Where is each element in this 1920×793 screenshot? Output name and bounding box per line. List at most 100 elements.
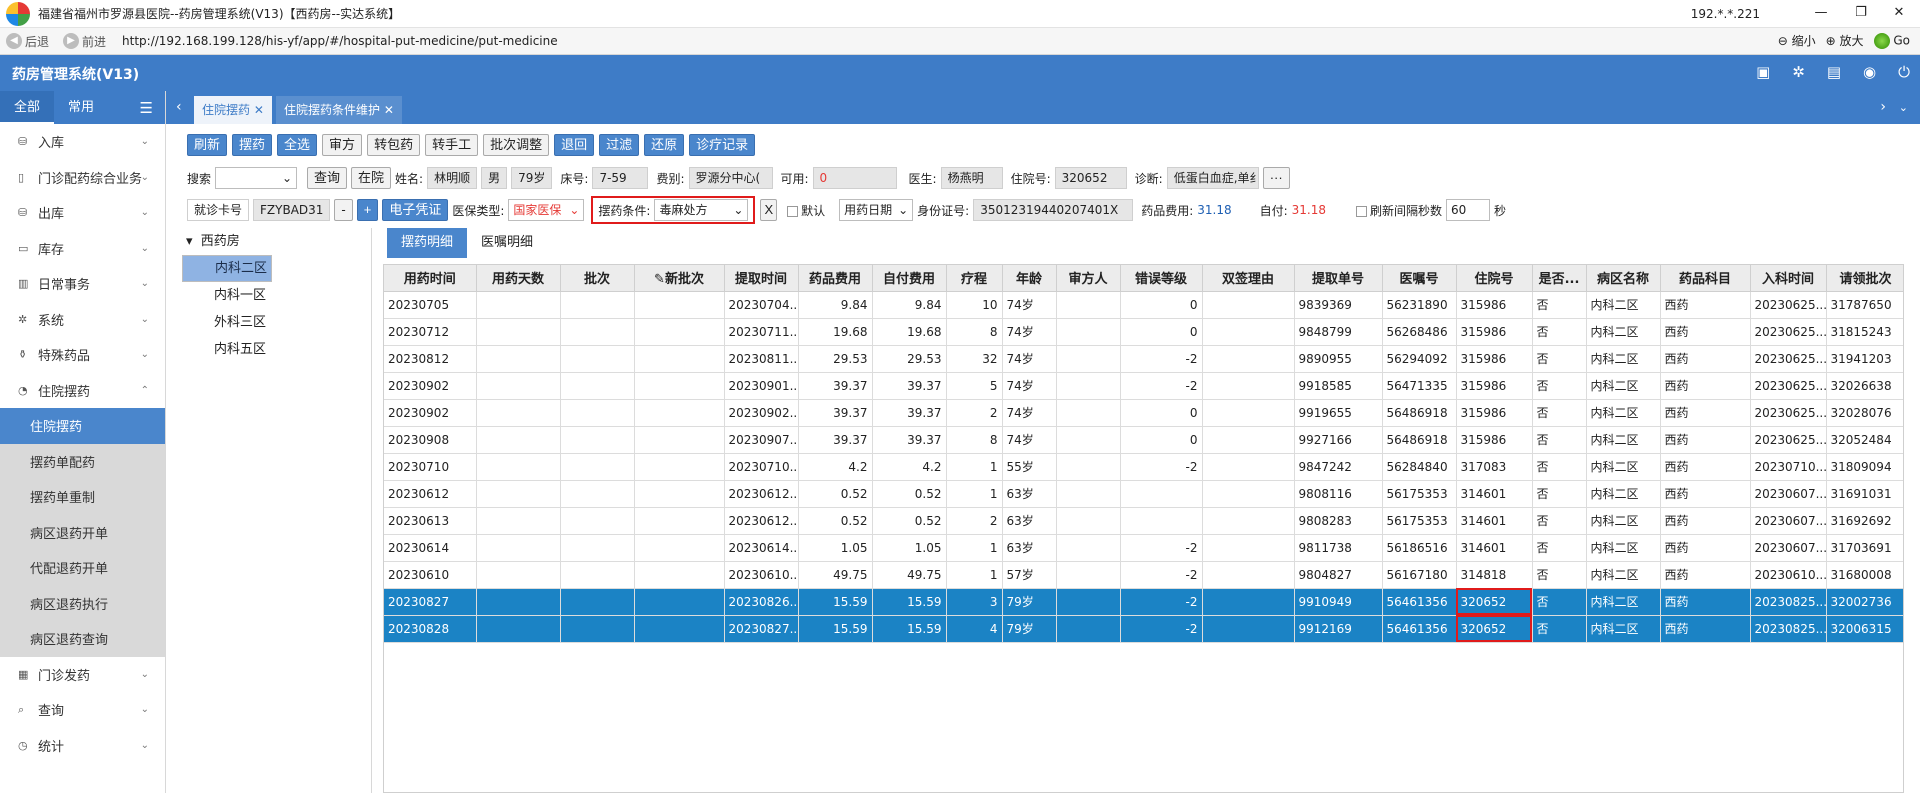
column-header[interactable]: 药品科目: [1660, 265, 1751, 292]
tree-node-ward[interactable]: 内科二区: [182, 255, 273, 282]
tree-root-western-pharmacy[interactable]: ▾ 西药房: [182, 228, 371, 255]
table-row[interactable]: 20230902 20230902... 39.37 39.37 2 74岁 0 991965…: [384, 399, 1903, 427]
table-row[interactable]: 20230812 20230811... 29.53 29.53 32 74岁 -2 9890…: [384, 345, 1903, 373]
default-checkbox[interactable]: 默认: [787, 202, 825, 219]
sidebar-item-query[interactable]: ⌕ 查询 ⌄: [0, 692, 165, 728]
restore-button[interactable]: ❐: [1846, 3, 1876, 23]
settings-icon[interactable]: ✲: [1792, 63, 1805, 81]
column-header[interactable]: 住院号: [1456, 265, 1533, 292]
column-header[interactable]: ✎新批次: [634, 265, 725, 292]
insurance-type-select[interactable]: 国家医保 ⌄: [508, 199, 585, 221]
refresh-interval-input[interactable]: 60: [1446, 199, 1491, 221]
column-header[interactable]: 医嘱号: [1382, 265, 1457, 292]
table-row[interactable]: 20230614 20230614... 1.05 1.05 1 63岁 -2 9811738…: [384, 534, 1903, 562]
in-hospital-button[interactable]: 在院: [351, 167, 392, 189]
column-header[interactable]: 药品费用: [798, 265, 873, 292]
to-manual-button[interactable]: 转手工: [425, 134, 479, 156]
tree-node-ward[interactable]: 内科一区: [182, 282, 371, 309]
sidebar-item-daily-affairs[interactable]: ▥ 日常事务 ⌄: [0, 266, 165, 302]
select-all-button[interactable]: 全选: [277, 134, 318, 156]
dispense-button[interactable]: 摆药: [232, 134, 273, 156]
refresh-interval-checkbox[interactable]: 刷新间隔秒数: [1356, 202, 1442, 219]
close-window-button[interactable]: ✕: [1884, 3, 1914, 23]
zoom-in-button[interactable]: ⊕ 放大: [1826, 32, 1864, 49]
tree-node-ward[interactable]: 外科三区: [182, 309, 371, 336]
column-header[interactable]: 是否...: [1532, 265, 1587, 292]
zoom-out-button[interactable]: ⊖ 缩小: [1778, 32, 1816, 49]
sidebar-subitem-dispense-list-prepare[interactable]: 摆药单配药: [0, 443, 165, 479]
document-icon[interactable]: ▤: [1827, 63, 1841, 81]
power-icon[interactable]: ⏻: [1898, 63, 1910, 81]
table-row[interactable]: 20230908 20230907... 39.37 39.37 8 74岁 0 992716…: [384, 426, 1903, 454]
sidebar-item-inventory[interactable]: ▭ 库存 ⌄: [0, 231, 165, 267]
minimize-button[interactable]: —: [1806, 3, 1836, 23]
tab-dispense-condition[interactable]: 住院摆药条件维护 ✕: [276, 96, 402, 124]
clear-condition-button[interactable]: X: [760, 199, 778, 221]
query-button[interactable]: 查询: [307, 167, 348, 189]
column-header[interactable]: 双签理由: [1202, 265, 1295, 292]
table-row[interactable]: 20230902 20230901... 39.37 39.37 5 74岁 -2 99185…: [384, 372, 1903, 400]
column-header[interactable]: 请领批次: [1826, 265, 1903, 292]
sidebar-item-stock-out[interactable]: ⛁ 出库 ⌄: [0, 195, 165, 231]
monitor-icon[interactable]: ▣: [1756, 63, 1770, 81]
column-header[interactable]: 用药天数: [476, 265, 561, 292]
go-button[interactable]: Go: [1873, 32, 1910, 49]
column-header[interactable]: 疗程: [946, 265, 1003, 292]
sidebar-item-outpatient-dispense[interactable]: ▯ 门诊配药综合业务 ⌄: [0, 160, 165, 196]
diagnosis-more-button[interactable]: ···: [1262, 167, 1290, 189]
tab-menu-chevron-icon[interactable]: ⌄: [1899, 101, 1908, 114]
column-header[interactable]: 错误等级: [1120, 265, 1203, 292]
tab-scroll-left-icon[interactable]: ‹: [176, 99, 182, 115]
sidebar-subitem-proxy-return-create[interactable]: 代配退药开单: [0, 550, 165, 586]
sidebar-subitem-dispense-list-remake[interactable]: 摆药单重制: [0, 479, 165, 515]
batch-adjust-button[interactable]: 批次调整: [483, 134, 550, 156]
tab-order-detail[interactable]: 医嘱明细: [467, 228, 547, 258]
forward-button[interactable]: ▶ 前进: [63, 33, 106, 50]
sidebar-subitem-ward-return-create[interactable]: 病区退药开单: [0, 514, 165, 550]
eye-icon[interactable]: ◉: [1863, 63, 1876, 81]
close-tab-icon[interactable]: ✕: [384, 103, 394, 117]
filter-button[interactable]: 过滤: [599, 134, 640, 156]
date-type-select[interactable]: 用药日期 ⌄: [839, 199, 914, 221]
table-row[interactable]: 20230613 20230612... 0.52 0.52 2 63岁 9808283 56…: [384, 507, 1903, 535]
url-field[interactable]: http://192.168.199.128/his-yf/app/#/hosp…: [122, 34, 558, 48]
back-button[interactable]: ◀ 后退: [6, 33, 49, 50]
table-row[interactable]: 20230828 20230827... 15.59 15.59 4 79岁 -2 99121…: [384, 615, 1903, 643]
sidebar-tab-common[interactable]: 常用: [54, 91, 108, 124]
tree-node-ward[interactable]: 内科五区: [182, 336, 371, 363]
column-header[interactable]: 用药时间: [384, 265, 477, 292]
tab-inpatient-dispense[interactable]: 住院摆药 ✕: [194, 96, 272, 124]
column-header[interactable]: 批次: [560, 265, 635, 292]
column-header[interactable]: 提取时间: [724, 265, 799, 292]
review-prescription-button[interactable]: 审方: [322, 134, 363, 156]
sidebar-item-inpatient-dispense[interactable]: ◔ 住院摆药 ⌃: [0, 373, 165, 409]
sidebar-item-system[interactable]: ✲ 系统 ⌄: [0, 302, 165, 338]
tab-scroll-right-icon[interactable]: ›: [1880, 99, 1886, 115]
card-plus-button[interactable]: +: [356, 199, 379, 221]
column-header[interactable]: 病区名称: [1586, 265, 1661, 292]
table-row[interactable]: 20230710 20230710... 4.2 4.2 1 55岁 -2 9847242 56…: [384, 453, 1903, 481]
refresh-button[interactable]: 刷新: [187, 134, 228, 156]
sidebar-item-special-drugs[interactable]: ⚱ 特殊药品 ⌄: [0, 337, 165, 373]
electronic-voucher-button[interactable]: 电子凭证: [382, 199, 449, 221]
column-header[interactable]: 年龄: [1002, 265, 1057, 292]
close-tab-icon[interactable]: ✕: [254, 103, 264, 117]
sidebar-subitem-ward-return-execute[interactable]: 病区退药执行: [0, 585, 165, 621]
sidebar-subitem-inpatient-dispense[interactable]: 住院摆药: [0, 408, 165, 444]
sidebar-subitem-ward-return-query[interactable]: 病区退药查询: [0, 621, 165, 657]
table-row[interactable]: 20230610 20230610... 49.75 49.75 1 57岁 -2 98048…: [384, 561, 1903, 589]
menu-toggle-icon[interactable]: ☰: [140, 99, 153, 117]
tab-dispense-detail[interactable]: 摆药明细: [387, 228, 468, 258]
search-select[interactable]: ⌄: [215, 167, 298, 189]
return-button[interactable]: 退回: [554, 134, 595, 156]
sidebar-item-stock-in[interactable]: ⛁ 入库 ⌄: [0, 124, 165, 160]
card-minus-button[interactable]: -: [334, 199, 353, 221]
treatment-record-button[interactable]: 诊疗记录: [689, 134, 756, 156]
table-row[interactable]: 20230712 20230711... 19.68 19.68 8 74岁 0 984879…: [384, 318, 1903, 346]
column-header[interactable]: 入科时间: [1750, 265, 1827, 292]
column-header[interactable]: 审方人: [1056, 265, 1121, 292]
column-header[interactable]: 自付费用: [872, 265, 947, 292]
sidebar-item-outpatient-issue[interactable]: ▦ 门诊发药 ⌄: [0, 657, 165, 693]
sidebar-tab-all[interactable]: 全部: [0, 91, 55, 124]
table-row[interactable]: 20230827 20230826... 15.59 15.59 3 79岁 -2 99109…: [384, 588, 1903, 616]
